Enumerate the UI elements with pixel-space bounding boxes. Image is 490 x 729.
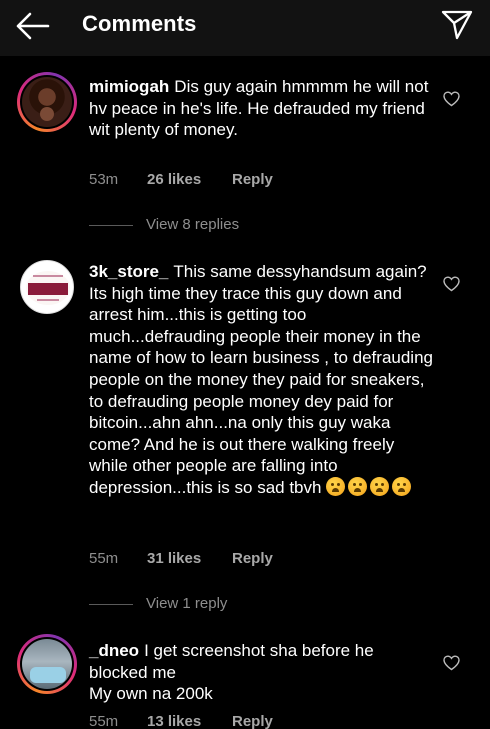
crying-face-emoji-group <box>321 476 414 497</box>
heart-icon[interactable] <box>443 276 460 292</box>
heart-icon[interactable] <box>443 655 460 671</box>
comment-username[interactable]: 3k_store_ <box>89 262 168 281</box>
comment-body: This same dessyhandsum again? Its high t… <box>89 262 433 497</box>
avatar[interactable] <box>20 260 74 314</box>
likes-count[interactable]: 13 likes <box>147 713 201 729</box>
crying-face-icon <box>392 476 412 496</box>
comment-username[interactable]: mimiogah <box>89 77 169 96</box>
comment-username[interactable]: _dneo <box>89 641 139 660</box>
comment-text: mimiogah Dis guy again hmmmm he will not … <box>89 76 434 141</box>
reply-button[interactable]: Reply <box>232 550 273 567</box>
comment-body-line2: My own na 200k <box>89 684 213 704</box>
divider <box>89 604 133 605</box>
comment-text: 3k_store_ This same dessyhandsum again? I… <box>89 261 434 499</box>
crying-face-icon <box>370 476 390 496</box>
view-replies-label: View 1 reply <box>146 595 228 612</box>
crying-face-icon <box>326 476 346 496</box>
divider <box>89 225 133 226</box>
heart-icon[interactable] <box>443 91 460 107</box>
arrow-left-icon[interactable] <box>14 11 50 41</box>
reply-button[interactable]: Reply <box>232 713 273 729</box>
likes-count[interactable]: 26 likes <box>147 171 201 188</box>
comment-time: 53m <box>89 171 119 188</box>
likes-count[interactable]: 31 likes <box>147 550 201 567</box>
paper-plane-icon[interactable] <box>440 9 474 41</box>
crying-face-icon <box>348 476 368 496</box>
avatar[interactable] <box>17 72 77 132</box>
view-replies-label: View 8 replies <box>146 216 240 233</box>
comment-text: _dneo I get screenshot sha before he bloc… <box>89 640 434 705</box>
comments-header: Comments <box>0 0 490 56</box>
reply-button[interactable]: Reply <box>232 171 273 188</box>
avatar[interactable] <box>17 634 77 694</box>
page-title: Comments <box>82 11 197 36</box>
comment-time: 55m <box>89 713 119 729</box>
comment-time: 55m <box>89 550 119 567</box>
